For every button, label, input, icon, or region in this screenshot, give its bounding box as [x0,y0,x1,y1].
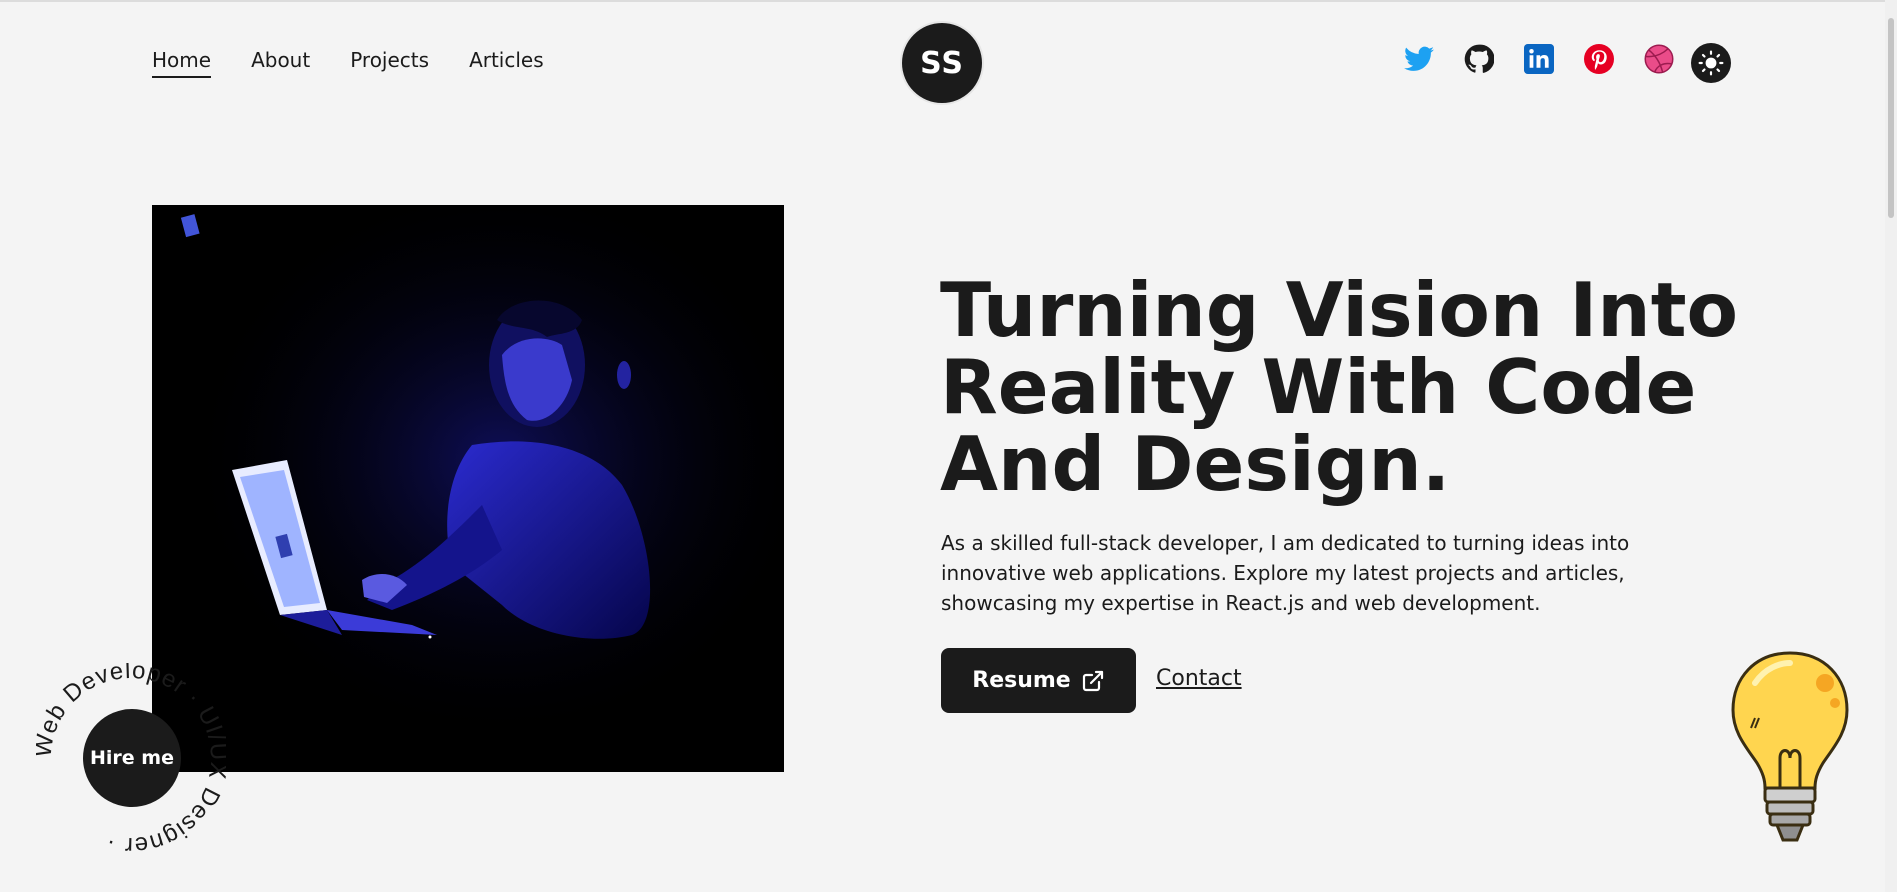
twitter-icon[interactable] [1402,42,1436,76]
contact-link[interactable]: Contact [1156,666,1242,691]
resume-button[interactable]: Resume [941,648,1136,713]
social-links [1402,42,1676,76]
github-icon[interactable] [1462,42,1496,76]
hire-me-badge: Web Developer · UI/UX Designer · Hire me [29,657,231,859]
headline-line-2: Reality With Code [940,343,1697,431]
pinterest-icon[interactable] [1582,42,1616,76]
sun-icon [1698,50,1724,76]
profile-photo [152,205,784,772]
dribbble-icon[interactable] [1642,42,1676,76]
scrollbar[interactable] [1885,0,1897,892]
lightbulb-icon [1731,651,1849,842]
hire-me-button[interactable]: Hire me [83,709,181,807]
headline-line-3: And Design. [940,420,1451,508]
hero-headline: Turning Vision Into Reality With Code An… [940,272,1740,503]
scrollbar-thumb[interactable] [1888,18,1894,218]
headline-line-1: Turning Vision Into [940,266,1739,354]
linkedin-icon[interactable] [1522,42,1556,76]
nav-about[interactable]: About [251,48,310,78]
resume-label: Resume [972,668,1071,693]
hire-me-label: Hire me [90,747,174,769]
nav-projects[interactable]: Projects [350,48,429,78]
hero-description: As a skilled full-stack developer, I am … [941,531,1630,615]
main-nav: Home About Projects Articles [152,48,544,78]
nav-home[interactable]: Home [152,48,212,78]
logo[interactable]: SS [902,23,982,103]
logo-initials: SS [920,45,964,81]
theme-toggle-button[interactable] [1691,43,1731,83]
nav-articles[interactable]: Articles [469,48,544,78]
external-link-icon [1082,670,1103,691]
top-border [0,0,1897,2]
